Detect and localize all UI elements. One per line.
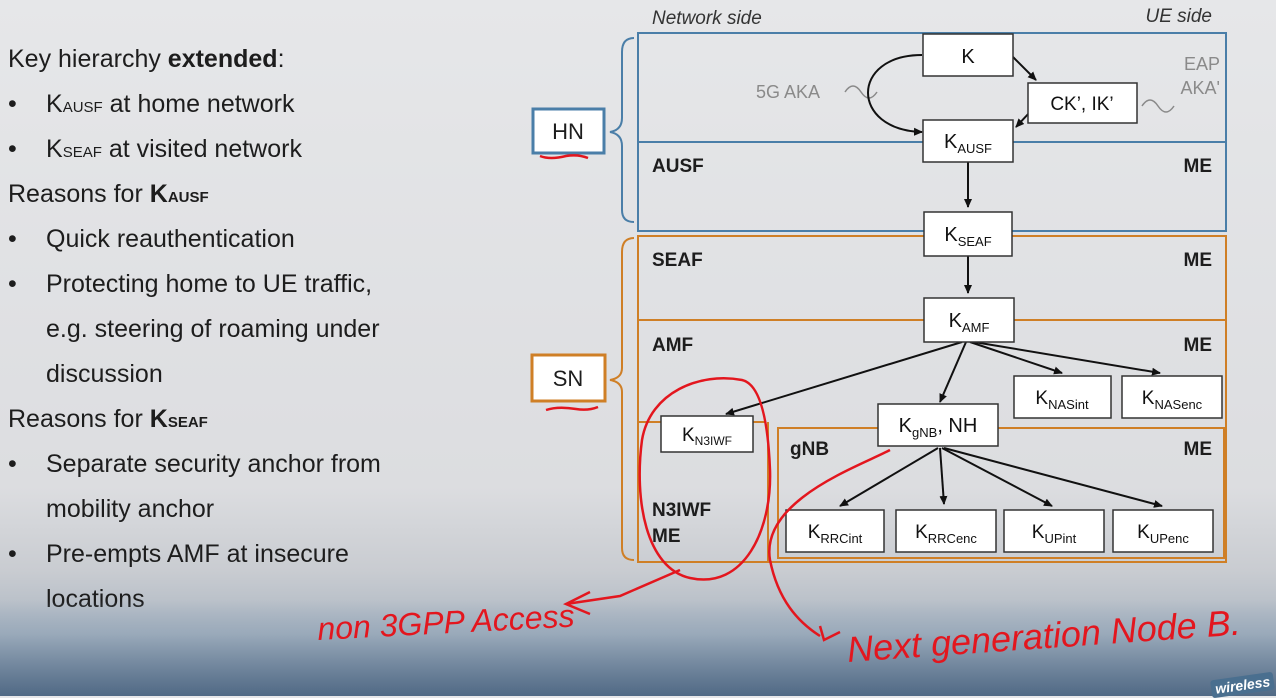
key-kgnb: KgNB, NH bbox=[877, 403, 999, 447]
key-ckik: CK’, IK’ bbox=[1027, 82, 1138, 124]
key-kausf: KAUSF bbox=[922, 119, 1014, 163]
network-side-label: Network side bbox=[652, 8, 762, 29]
me-label: ME bbox=[1184, 250, 1213, 271]
hn-brace bbox=[609, 37, 635, 223]
n3iwf-pointer-ink bbox=[565, 568, 681, 606]
n3iwf-me-label: ME bbox=[652, 526, 681, 547]
aka-5g-label: 5G AKA bbox=[756, 82, 820, 102]
ue-side-label: UE side bbox=[1145, 6, 1212, 27]
key-kamf: KAMF bbox=[923, 297, 1015, 343]
key-kupenc: KUPenc bbox=[1112, 509, 1214, 553]
ausf-label: AUSF bbox=[652, 156, 704, 177]
key-kseaf: KSEAF bbox=[923, 211, 1013, 257]
sn-underline-ink bbox=[545, 405, 599, 412]
hn-underline-ink bbox=[539, 154, 589, 160]
non-3gpp-access-ink: non 3GPP Access bbox=[316, 598, 575, 647]
kamf-to-knasenc-arrow bbox=[973, 341, 1161, 376]
me-label: ME bbox=[1184, 156, 1213, 177]
kgnb-to-krrcenc-arrow bbox=[939, 447, 948, 505]
key-hierarchy-diagram: Network side UE side HN SN AUSF ME SEAF … bbox=[316, 6, 1242, 670]
hn-label: HN bbox=[552, 119, 584, 144]
kamf-to-knasint-arrow bbox=[969, 341, 1063, 375]
key-kn3iwf: KN3IWF bbox=[660, 415, 754, 453]
me-label: ME bbox=[1184, 335, 1213, 356]
next-generation-nodeb-ink: Next generation Node B. bbox=[846, 602, 1242, 670]
eap-label: EAP bbox=[1184, 54, 1220, 74]
n3iwf-label: N3IWF bbox=[652, 500, 711, 521]
key-ckik-label: CK’, IK’ bbox=[1050, 94, 1113, 115]
amf-label: AMF bbox=[652, 335, 693, 356]
key-krrcenc: KRRCenc bbox=[895, 509, 997, 553]
eap-tilde-icon bbox=[1141, 99, 1175, 113]
key-krrcint: KRRCint bbox=[785, 509, 885, 553]
sn-label: SN bbox=[553, 366, 584, 391]
gnb-arrowhead-ink bbox=[818, 625, 841, 642]
key-knasint: KNASint bbox=[1013, 375, 1112, 419]
kgnb-to-kupenc-arrow bbox=[943, 447, 1163, 508]
eap-aka-label: AKA' bbox=[1181, 78, 1220, 98]
kgnb-to-kupint-arrow bbox=[941, 447, 1053, 507]
key-k-label: K bbox=[961, 46, 975, 68]
aka-tilde-icon bbox=[844, 85, 878, 99]
key-kgnb-label: KgNB, NH bbox=[899, 415, 978, 440]
me-label: ME bbox=[1184, 439, 1213, 460]
key-kupint: KUPint bbox=[1003, 509, 1105, 553]
key-knasenc: KNASenc bbox=[1121, 375, 1223, 419]
n3iwf-circle-ink bbox=[638, 377, 772, 581]
seaf-label: SEAF bbox=[652, 250, 703, 271]
kgnb-to-krrcint-arrow bbox=[839, 447, 939, 507]
sn-brace bbox=[609, 237, 635, 561]
key-k: K bbox=[922, 33, 1014, 77]
gnb-label: gNB bbox=[790, 439, 829, 460]
kamf-to-kgnb-arrow bbox=[939, 341, 967, 403]
k-to-ckik-arrow bbox=[1012, 56, 1037, 81]
